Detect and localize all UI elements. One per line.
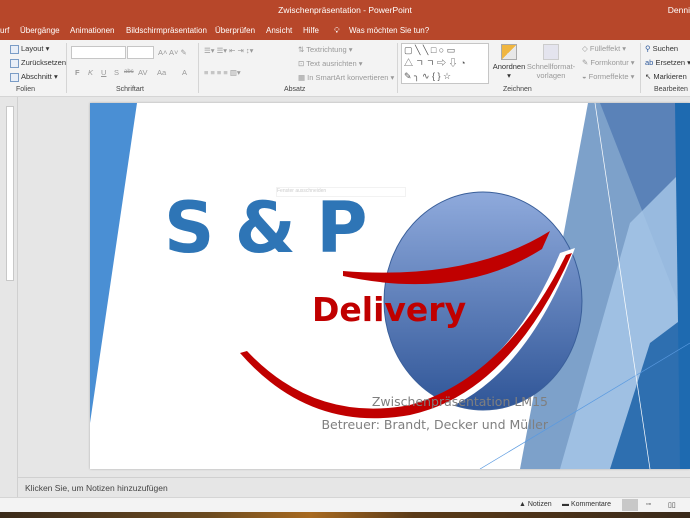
slide-background — [90, 103, 690, 469]
cursor-icon: ↖ — [645, 72, 652, 81]
divider — [397, 43, 398, 93]
divider — [198, 43, 199, 93]
reset-button[interactable]: Zurücksetzen — [10, 58, 66, 68]
logo-subtext: Delivery — [312, 290, 467, 329]
tab-animationen[interactable]: Animationen — [70, 26, 114, 35]
taskbar — [0, 512, 690, 518]
italic-button[interactable]: K — [88, 68, 93, 77]
subtitle-line-1[interactable]: Zwischenpräsentation LM15 — [372, 394, 548, 409]
tab-ansicht[interactable]: Ansicht — [266, 26, 292, 35]
smartart-button[interactable]: ▦ In SmartArt konvertieren ▾ — [298, 73, 394, 82]
notes-placeholder[interactable]: Klicken Sie, um Notizen hinzuzufügen — [25, 483, 168, 493]
align-text-button[interactable]: ⊡ Text ausrichten ▾ — [298, 59, 363, 68]
notes-pane[interactable]: Klicken Sie, um Notizen hinzuzufügen — [18, 477, 690, 497]
normal-view-button[interactable] — [622, 499, 638, 511]
tab-ueberpruefen[interactable]: Überprüfen — [215, 26, 255, 35]
underline-button[interactable]: U — [101, 68, 106, 77]
quick-styles-icon — [543, 44, 559, 60]
group-label-schriftart: Schriftart — [116, 86, 145, 93]
status-bar: ▲ Notizen ▬ Kommentare ▫▫ ▯▯ — [0, 497, 690, 512]
shadow-button[interactable]: S — [114, 68, 119, 77]
replace-button[interactable]: ab Ersetzen ▾ — [645, 58, 690, 67]
group-label-folien: Folien — [16, 86, 36, 93]
group-label-bearbeiten: Bearbeiten — [654, 86, 688, 93]
tab-uebergaenge[interactable]: Übergänge — [20, 26, 60, 35]
list-buttons[interactable]: ☰▾ ☰▾ ⇤ ⇥ ↕▾ — [204, 46, 253, 55]
logo-text: S & P — [164, 187, 368, 269]
window-title: Zwischenpräsentation - PowerPoint — [278, 5, 412, 15]
arrange-icon — [501, 44, 517, 60]
left-accent-shape — [90, 103, 137, 423]
user-name[interactable]: Denni — [668, 5, 690, 15]
group-label-zeichnen: Zeichnen — [503, 86, 532, 93]
reset-icon — [10, 58, 19, 68]
change-case-button[interactable]: Aa — [157, 68, 166, 77]
faint-overlay-text: Fenster ausschneiden — [276, 187, 406, 197]
arrange-button[interactable]: Anordnen ▾ — [492, 44, 526, 80]
section-button[interactable]: Abschnitt ▾ — [10, 72, 58, 82]
shape-outline-button[interactable]: ✎ Formkontur ▾ — [582, 58, 635, 67]
align-buttons[interactable]: ≡ ≡ ≡ ≡ ▥▾ — [204, 68, 241, 77]
ribbon-tabs: urf Übergänge Animationen Bildschirmpräs… — [0, 22, 690, 40]
ribbon: Layout ▾ Zurücksetzen Abschnitt ▾ Folien… — [0, 40, 690, 97]
find-button[interactable]: ⚲ Suchen — [645, 44, 678, 53]
section-icon — [10, 72, 19, 82]
font-color-button[interactable]: A — [182, 68, 187, 77]
divider — [640, 43, 641, 93]
comments-toggle[interactable]: ▬ Kommentare — [562, 501, 611, 508]
shapes-gallery[interactable]: ▢ ╲ ╲ □ ○ ▭ △ ㄱ ㄱ ⇨ ⇩ ◔ ✎ ╮ ∿ { } ☆ — [401, 43, 489, 84]
font-size-grow-shrink[interactable]: A˄ A˅ ✎ — [158, 48, 187, 57]
char-spacing-button[interactable]: AV — [138, 68, 147, 77]
shape-fill-button[interactable]: ◇ Fülleffekt ▾ — [582, 44, 626, 53]
text-direction-button[interactable]: ⇅ Textrichtung ▾ — [298, 45, 353, 54]
slide-canvas[interactable]: S & P Delivery Fenster ausschneiden Zwis… — [90, 103, 690, 469]
divider — [66, 43, 67, 93]
thumbnail-scrollbar[interactable] — [6, 106, 14, 281]
subtitle-line-2[interactable]: Betreuer: Brandt, Decker und Müller — [321, 417, 548, 432]
reading-view-button[interactable]: ▯▯ — [668, 501, 676, 509]
search-icon: ⚲ — [645, 44, 651, 53]
font-family-select[interactable] — [71, 46, 126, 59]
strikethrough-button[interactable]: abc — [124, 69, 134, 75]
shape-effects-button[interactable]: ◒ Formeffekte ▾ — [582, 72, 634, 81]
layout-icon — [10, 44, 19, 54]
tell-me-search[interactable]: Was möchten Sie tun? — [349, 26, 429, 35]
tab-bildschirmpraesentation[interactable]: Bildschirmpräsentation — [126, 26, 207, 35]
slide-sorter-button[interactable]: ▫▫ — [646, 501, 651, 508]
tab-hilfe[interactable]: Hilfe — [303, 26, 319, 35]
layout-button[interactable]: Layout ▾ — [10, 44, 49, 54]
bold-button[interactable]: F — [75, 68, 80, 77]
font-size-select[interactable] — [127, 46, 154, 59]
notes-toggle[interactable]: ▲ Notizen — [519, 501, 552, 508]
lightbulb-icon: 💡︎ — [334, 26, 340, 35]
comment-icon: ▬ — [562, 501, 569, 508]
group-label-absatz: Absatz — [284, 86, 306, 93]
tab-entwurf[interactable]: urf — [0, 26, 9, 35]
quick-styles-button[interactable]: Schnellformat-vorlagen — [526, 44, 576, 80]
select-button[interactable]: ↖ Markieren — [645, 72, 687, 81]
title-bar: Zwischenpräsentation - PowerPoint Denni — [0, 0, 690, 22]
replace-icon: ab — [645, 58, 654, 67]
